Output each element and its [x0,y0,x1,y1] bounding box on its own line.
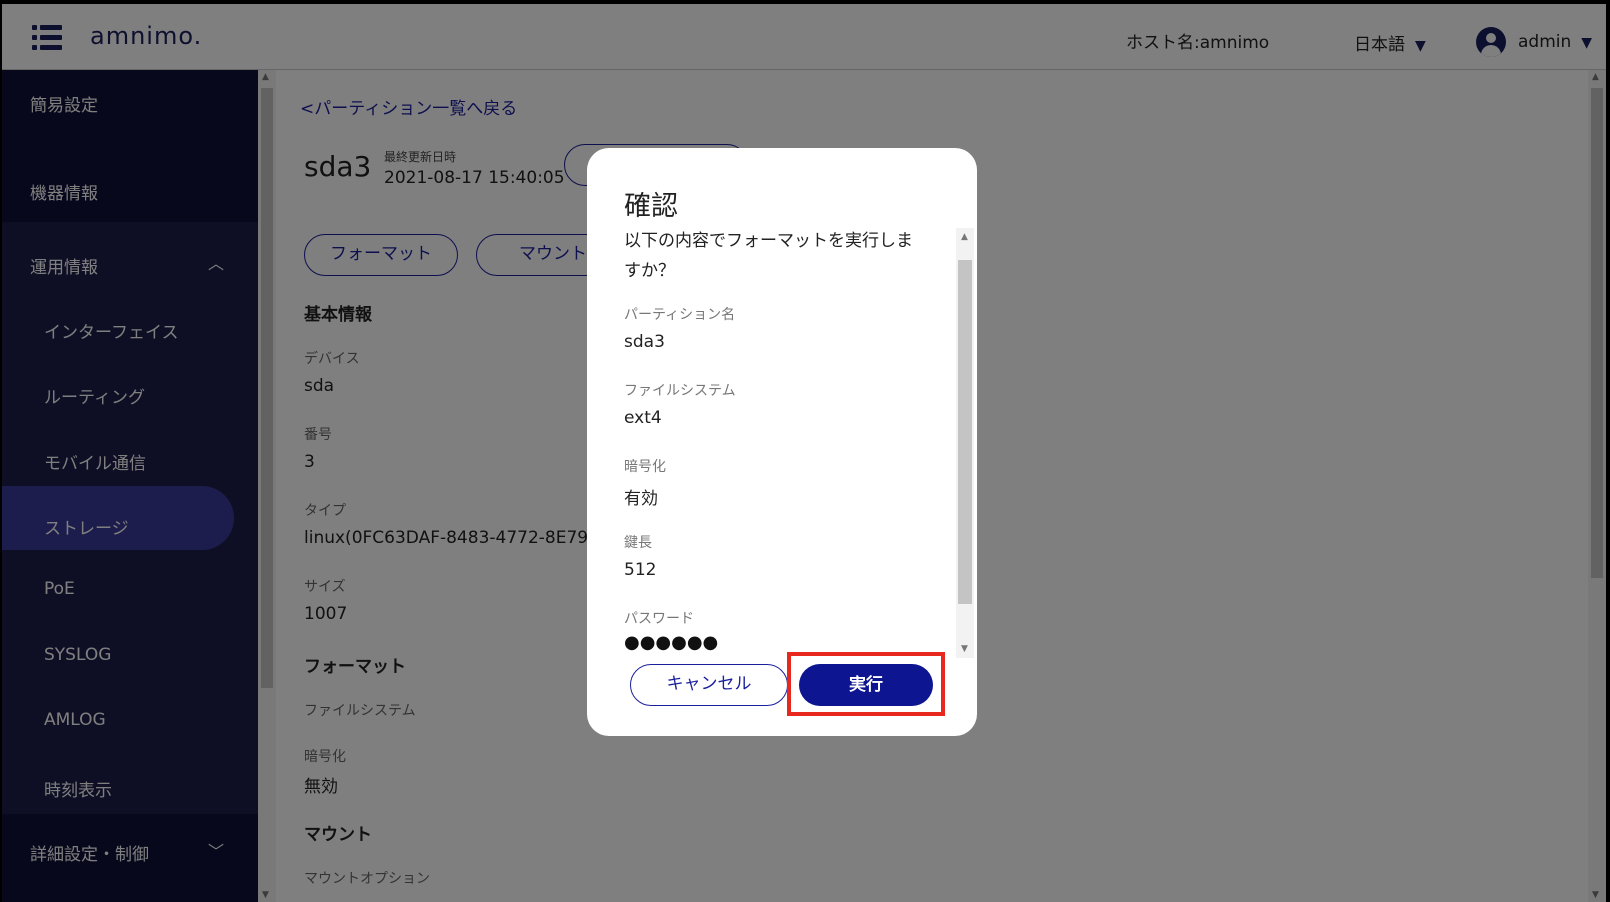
keylength-value: 512 [624,560,657,580]
dialog-title: 確認 [624,191,678,222]
dialog-body: 以下の内容でフォーマットを実行しますか？ パーティション名 sda3 ファイルシ… [624,226,956,658]
cancel-button[interactable]: キャンセル [630,664,788,706]
keylength-label: 鍵長 [624,535,652,551]
fs-label: ファイルシステム [624,383,736,399]
dialog-message: 以下の内容でフォーマットを実行しますか？ [624,231,913,281]
password-value: ●●●●●● [624,632,719,653]
password-label: パスワード [624,611,694,627]
partition-value: sda3 [624,332,665,352]
encryption-value: 有効 [624,489,658,509]
encryption-label: 暗号化 [624,459,666,475]
fs-value: ext4 [624,408,662,428]
highlight-box [787,652,945,716]
confirm-dialog: 確認 以下の内容でフォーマットを実行しますか？ パーティション名 sda3 ファ… [587,148,977,736]
dialog-scrollbar[interactable]: ▲ ▼ [956,228,974,658]
app-window: amnimo. ホスト名:amnimo 日本語▼ admin▼ 簡易設定 機器情… [2,4,1606,902]
partition-label: パーティション名 [624,307,736,323]
